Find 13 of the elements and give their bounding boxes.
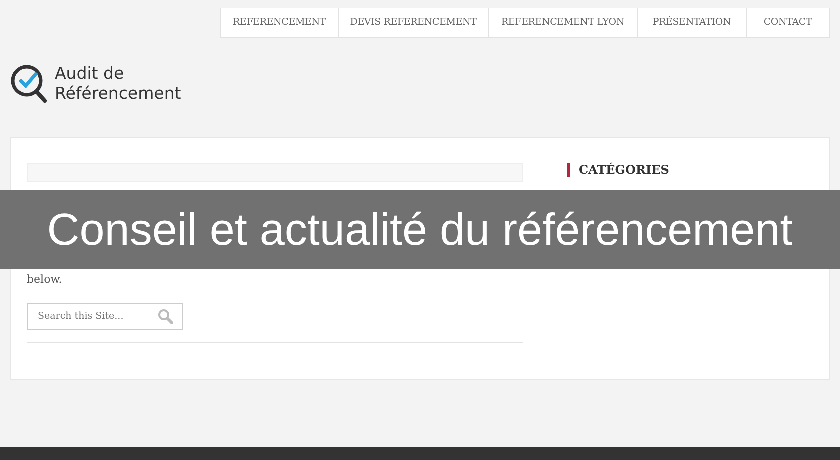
title-banner: Conseil et actualité du référencement (0, 190, 840, 269)
nav-link[interactable]: REFERENCEMENT LYON (488, 8, 637, 37)
logo-text: Référencement (55, 84, 182, 104)
search-icon[interactable] (158, 309, 173, 324)
nav-link[interactable]: PRÉSENTATION (637, 8, 746, 37)
logo-text: Audit de (55, 64, 126, 84)
nav-link[interactable]: REFERENCEMENT (221, 8, 338, 37)
search-field[interactable]: Search this Site... (27, 303, 183, 330)
error-message: below. (27, 273, 64, 287)
sidebar-heading: CATÉGORIES (567, 163, 670, 177)
magnifier-check-icon (10, 64, 48, 104)
nav-link[interactable]: CONTACT (746, 8, 829, 37)
nav-link[interactable]: DEVIS REFERENCEMENT (338, 8, 488, 37)
